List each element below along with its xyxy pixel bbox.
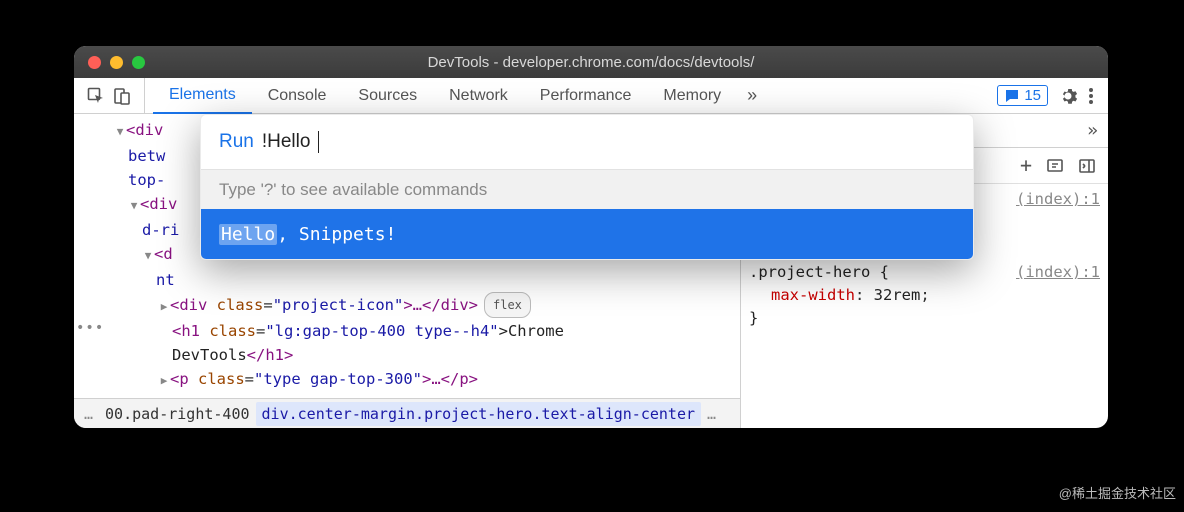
breadcrumb-item[interactable]: 00.pad-right-400 [99,402,256,426]
traffic-lights [88,56,145,69]
gutter-ellipsis-icon[interactable]: ••• [76,316,104,340]
dom-node[interactable]: <div [170,296,217,314]
issues-badge[interactable]: 15 [997,85,1048,106]
breadcrumb-item-selected[interactable]: div.center-margin.project-hero.text-alig… [256,402,701,426]
toolbar-right-controls: 15 [983,78,1108,113]
text-cursor [318,131,319,153]
command-input[interactable]: Run !Hello [201,115,973,169]
breadcrumb-ellipsis-right[interactable]: … [701,402,722,426]
minimize-window-button[interactable] [110,56,123,69]
command-menu: Run !Hello Type '?' to see available com… [200,114,974,260]
main-toolbar: Elements Console Sources Network Perform… [74,78,1108,114]
tab-network[interactable]: Network [433,78,524,113]
add-rule-icon[interactable]: + [1020,154,1032,177]
toggle-sidebar-icon[interactable] [1078,157,1096,175]
window-title: DevTools - developer.chrome.com/docs/dev… [74,54,1108,71]
toolbar-left-controls [74,78,145,113]
dom-text: betw [128,147,165,165]
css-property[interactable]: max-width [771,286,855,304]
dom-node[interactable]: <h1 [172,322,209,340]
dom-node[interactable]: <d [154,245,173,263]
tab-console[interactable]: Console [252,78,343,113]
kebab-menu-icon[interactable] [1088,86,1094,106]
source-link[interactable]: (index):1 [1016,188,1100,211]
titlebar: DevTools - developer.chrome.com/docs/dev… [74,46,1108,78]
devtools-window: DevTools - developer.chrome.com/docs/dev… [74,46,1108,428]
tab-memory[interactable]: Memory [647,78,737,113]
command-result-row[interactable]: Hello, Snippets! [201,209,973,259]
breadcrumbs: … 00.pad-right-400 div.center-margin.pro… [74,398,740,428]
command-result-rest: , Snippets! [277,224,396,245]
dom-node[interactable]: <div [140,195,177,213]
dom-text: top- [128,171,165,189]
filter-icon[interactable] [1046,157,1064,175]
settings-icon[interactable] [1058,86,1078,106]
command-run-prefix: Run [219,131,254,153]
tab-elements[interactable]: Elements [153,78,252,114]
source-link[interactable]: (index):1 [1016,261,1100,284]
dom-text: nt [156,271,175,289]
styles-more-tabs-icon[interactable]: » [1087,119,1098,142]
chat-icon [1004,88,1020,104]
flex-badge[interactable]: flex [484,292,531,318]
panel-tabs: Elements Console Sources Network Perform… [145,78,983,113]
tab-sources[interactable]: Sources [342,78,433,113]
dom-node[interactable]: <div [126,121,163,139]
zoom-window-button[interactable] [132,56,145,69]
css-selector[interactable]: .project-hero { [749,263,889,281]
dom-text: d-ri [142,221,179,239]
command-query: !Hello [262,131,311,153]
command-hint: Type '?' to see available commands [201,169,973,209]
breadcrumb-ellipsis-left[interactable]: … [78,402,99,426]
tab-performance[interactable]: Performance [524,78,648,113]
issues-count: 15 [1024,87,1041,104]
watermark: @稀土掘金技术社区 [1059,483,1176,502]
command-result-match: Hello [219,224,277,245]
inspect-element-icon[interactable] [86,86,106,106]
close-window-button[interactable] [88,56,101,69]
dom-node[interactable]: <p [170,370,198,388]
more-tabs-icon[interactable]: » [737,78,767,113]
device-toolbar-icon[interactable] [112,86,132,106]
